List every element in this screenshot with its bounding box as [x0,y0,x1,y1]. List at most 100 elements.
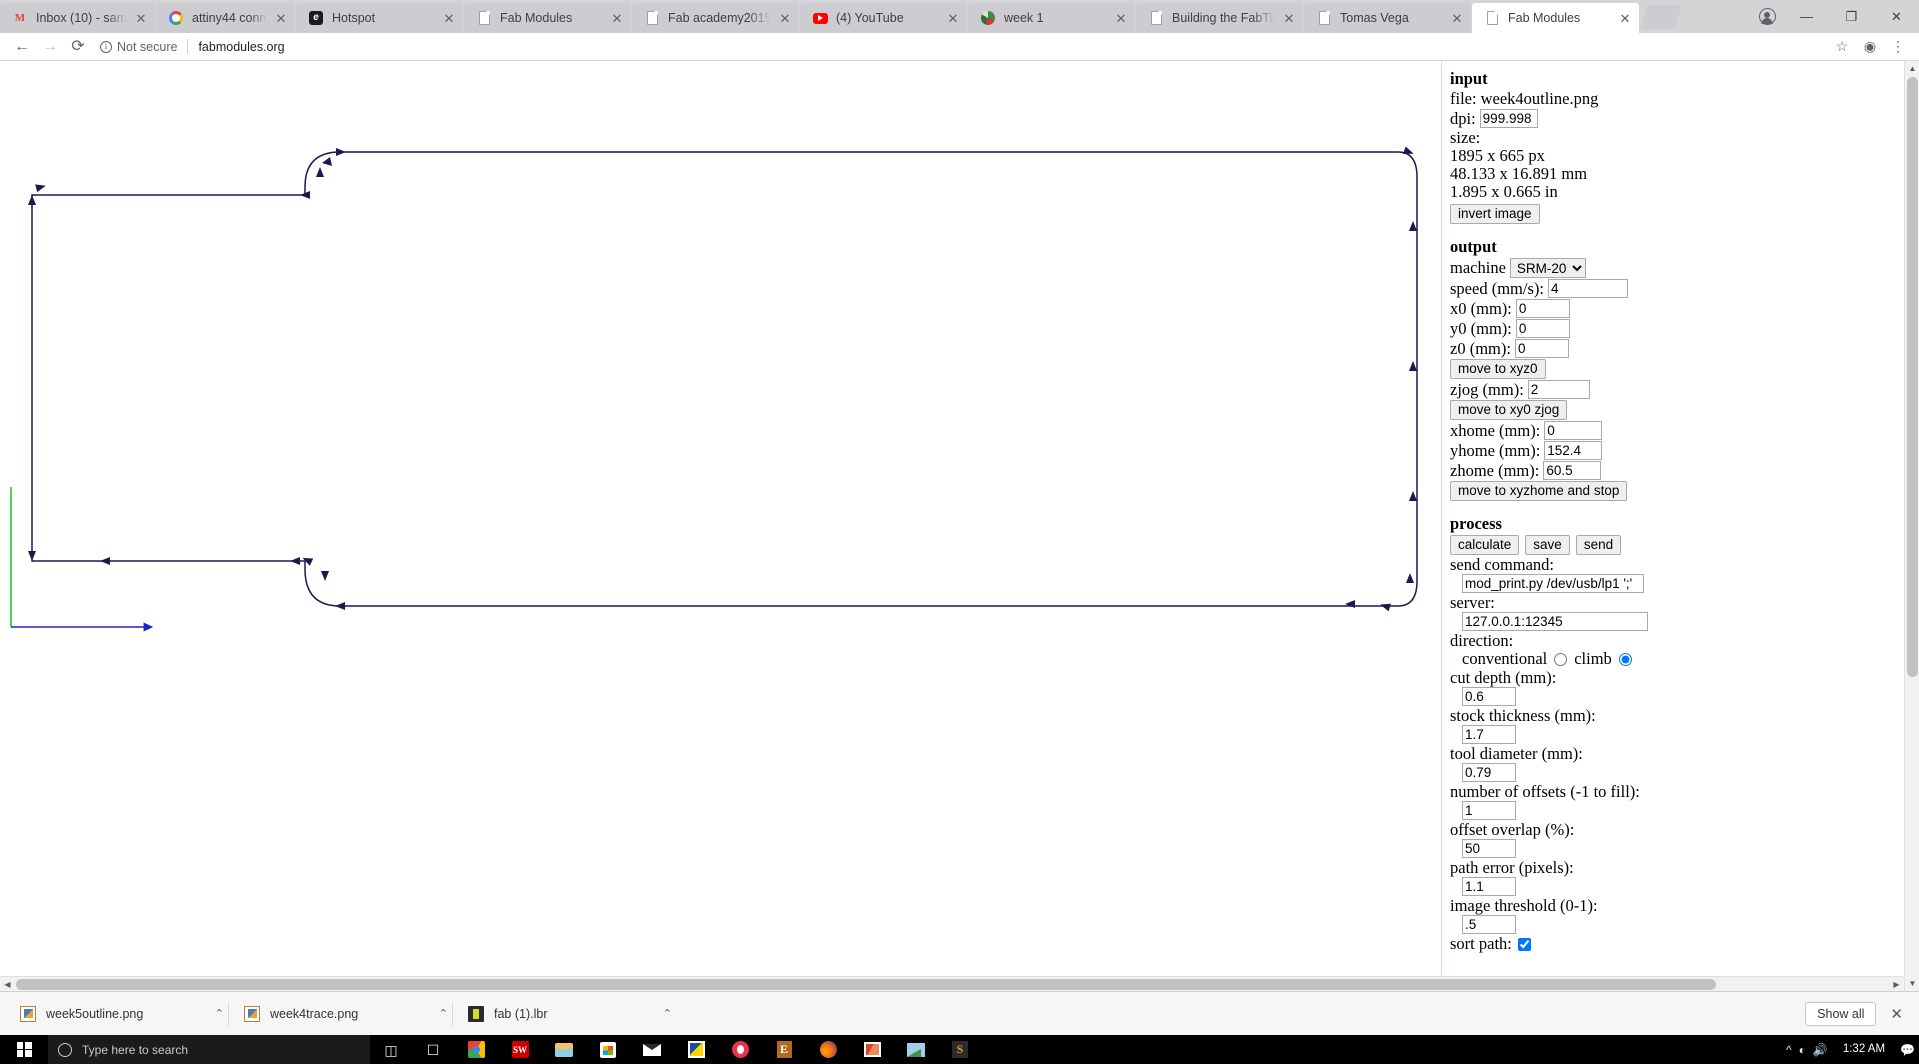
taskbar-app-file-explorer[interactable] [542,1035,586,1064]
minimize-button[interactable]: — [1784,0,1829,33]
taskbar-app-microsoft-store[interactable] [586,1035,630,1064]
tab-close-icon[interactable]: ✕ [945,10,961,26]
download-menu-caret-icon[interactable]: ⌃ [189,1007,224,1020]
browser-tab-5[interactable]: Fab academy2015 A ✕ [632,3,799,33]
zjog-input[interactable] [1527,380,1590,399]
browser-tab-2[interactable]: attiny44 connection ✕ [156,3,295,33]
taskbar-app-powerpoint[interactable] [850,1035,894,1064]
show-all-downloads-button[interactable]: Show all [1805,1001,1877,1026]
sort-path-checkbox[interactable] [1517,937,1531,951]
toolpath-canvas[interactable] [0,61,1436,991]
browser-tab-8[interactable]: Building the FabTin ✕ [1136,3,1303,33]
tab-close-icon[interactable]: ✕ [441,10,457,26]
taskbar-clock[interactable]: 1:32 AM [1835,1043,1893,1056]
save-button[interactable]: save [1525,535,1570,555]
tool-diameter-input[interactable] [1462,763,1516,782]
start-button[interactable] [0,1035,48,1064]
back-button[interactable]: ← [8,33,36,61]
xhome-input[interactable] [1544,421,1603,440]
wifi-icon[interactable]: ◐ [1799,1043,1806,1057]
scroll-down-icon[interactable]: ▼ [1905,976,1919,991]
image-threshold-input[interactable] [1462,915,1516,934]
move-to-xyzhome-and-stop-button[interactable]: move to xyzhome and stop [1450,481,1628,501]
tab-close-icon[interactable]: ✕ [1113,10,1129,26]
browser-tab-9[interactable]: Tomas Vega ✕ [1304,3,1471,33]
offset-overlap-input[interactable] [1462,839,1516,858]
task-view-button[interactable]: ◫ [370,1035,412,1064]
number-of-offsets-input[interactable] [1462,801,1516,820]
z0-input[interactable] [1514,339,1569,358]
invert-image-button[interactable]: invert image [1450,204,1540,224]
taskbar-app-chrome[interactable] [454,1035,498,1064]
taskbar-app-mail[interactable] [630,1035,674,1064]
taskbar-app-solidworks[interactable]: SW [498,1035,542,1064]
tab-close-icon[interactable]: ✕ [609,10,625,26]
vertical-scrollbar[interactable]: ▲ ▼ [1904,61,1919,991]
send-command-input[interactable] [1462,574,1644,593]
scroll-up-icon[interactable]: ▲ [1905,61,1919,76]
tab-close-icon[interactable]: ✕ [1281,10,1297,26]
download-menu-caret-icon[interactable]: ⌃ [413,1007,448,1020]
bookmark-star-icon[interactable]: ☆ [1829,34,1855,60]
direction-climb-radio[interactable] [1618,652,1632,666]
tab-close-icon[interactable]: ✕ [777,10,793,26]
yhome-input[interactable] [1544,441,1603,460]
chevron-up-icon[interactable]: ^ [1786,1043,1792,1057]
server-input[interactable] [1462,612,1648,631]
y0-input[interactable] [1515,319,1570,338]
forward-button[interactable]: → [36,33,64,61]
scroll-right-icon[interactable]: ▶ [1889,977,1904,991]
horizontal-scrollbar[interactable]: ◀ ▶ [0,976,1904,991]
scroll-left-icon[interactable]: ◀ [0,977,15,991]
taskbar-app-firefox[interactable] [806,1035,850,1064]
browser-tab-1[interactable]: M Inbox (10) - samanth ✕ [0,3,155,33]
taskbar-app-eagle[interactable]: E [762,1035,806,1064]
reload-button[interactable]: ⟳ [64,33,92,61]
browser-tab-3[interactable]: e Hotspot ✕ [296,3,463,33]
zhome-input[interactable] [1543,461,1602,480]
tab-close-icon[interactable]: ✕ [273,10,289,26]
close-window-button[interactable]: ✕ [1874,0,1919,33]
taskbar-app-paint[interactable] [674,1035,718,1064]
dpi-input[interactable] [1479,109,1538,128]
download-item[interactable]: week4trace.png ⌃ [228,999,452,1029]
send-button[interactable]: send [1575,535,1622,555]
stock-thickness-input[interactable] [1462,725,1516,744]
taskbar-app-opera[interactable] [718,1035,762,1064]
download-item[interactable]: fab (1).lbr ⌃ [452,999,676,1029]
move-to-xy0-zjog-button[interactable]: move to xy0 zjog [1450,400,1568,420]
volume-muted-icon[interactable]: 🔊 [1813,1043,1828,1057]
browser-tab-7[interactable]: week 1 ✕ [968,3,1135,33]
cut-depth-input[interactable] [1462,687,1516,706]
speed-input[interactable] [1547,279,1628,298]
x0-input[interactable] [1515,299,1570,318]
chrome-menu-icon[interactable]: ⋮ [1885,34,1911,60]
direction-conventional-radio[interactable] [1554,652,1568,666]
profile-avatar-icon[interactable] [1750,0,1784,33]
tab-close-icon[interactable]: ✕ [133,10,149,26]
address-bar[interactable]: i Not secure fabmodules.org [100,36,1829,58]
browser-tab-6[interactable]: (4) YouTube ✕ [800,3,967,33]
action-center-icon[interactable]: 💬 [1900,1043,1915,1057]
taskbar-app-photos[interactable] [894,1035,938,1064]
tab-close-icon[interactable]: ✕ [1617,10,1633,26]
download-item[interactable]: week5outline.png ⌃ [10,999,228,1029]
close-downloads-bar-icon[interactable]: ✕ [1890,1005,1909,1023]
security-indicator[interactable]: i Not secure [100,40,177,54]
download-menu-caret-icon[interactable]: ⌃ [637,1007,672,1020]
cortana-panel-icon[interactable]: ☐ [412,1035,454,1064]
browser-tab-10-active[interactable]: Fab Modules ✕ [1472,3,1639,33]
path-error-input[interactable] [1462,877,1516,896]
extension-icon[interactable]: ◉ [1857,34,1883,60]
horizontal-scroll-thumb[interactable] [16,979,1716,990]
taskbar-search-box[interactable]: Type here to search [48,1035,370,1064]
new-tab-button[interactable] [1640,4,1682,29]
tab-close-icon[interactable]: ✕ [1449,10,1465,26]
machine-select[interactable]: SRM-20 [1509,258,1586,278]
move-to-xyz0-button[interactable]: move to xyz0 [1450,359,1546,379]
browser-tab-4[interactable]: Fab Modules ✕ [464,3,631,33]
maximize-button[interactable]: ❐ [1829,0,1874,33]
taskbar-app-sublime[interactable]: S [938,1035,982,1064]
calculate-button[interactable]: calculate [1450,535,1520,555]
vertical-scroll-thumb[interactable] [1907,77,1918,677]
